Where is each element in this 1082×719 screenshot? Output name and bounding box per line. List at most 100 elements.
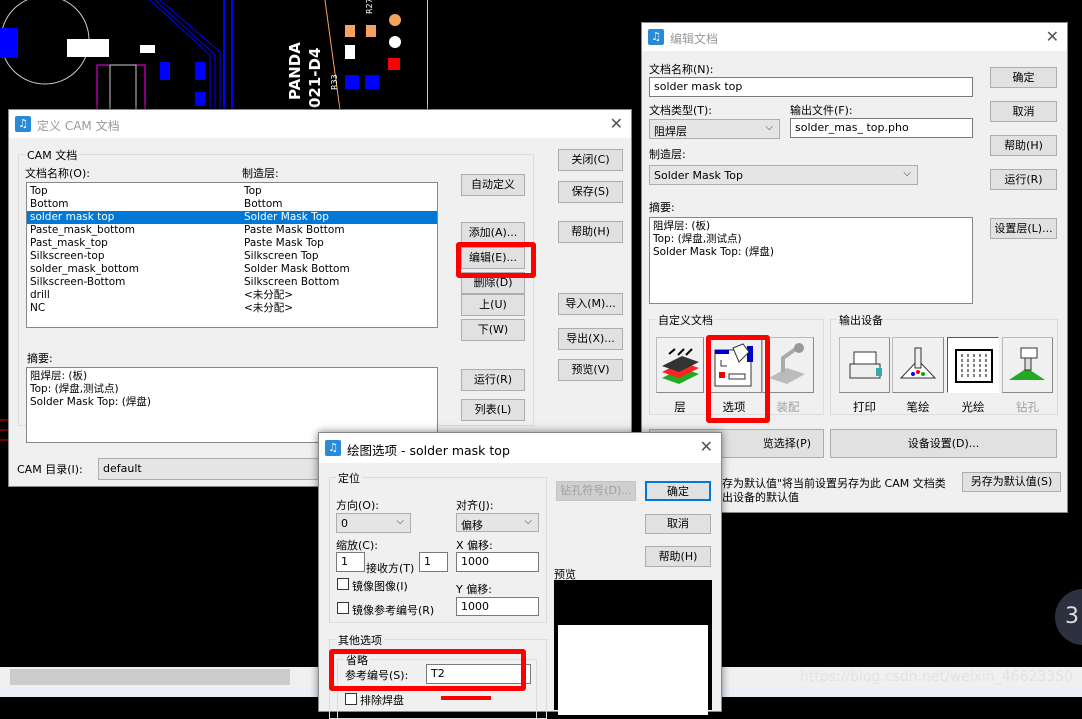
list-item[interactable]: Silkscreen-Bottom Silkscreen Bottom <box>27 276 437 289</box>
up-button[interactable]: 上(U) <box>461 294 525 316</box>
horizontal-scrollbar[interactable] <box>10 669 290 685</box>
close-icon[interactable]: ✕ <box>1046 27 1059 46</box>
pen-plot-button[interactable] <box>892 337 944 393</box>
layer-cell: Solder Mask Bottom <box>244 263 350 275</box>
select-value: 0 <box>341 517 348 530</box>
select-value: 偏移 <box>461 519 483 532</box>
exclude-pads-checkbox[interactable] <box>345 693 357 705</box>
watermark: https://blog.csdn.net/weixin_46623350 <box>800 669 1074 685</box>
layer-select[interactable]: Solder Mask Top ⌵ <box>649 165 918 185</box>
help-button[interactable]: 帮助(H) <box>645 546 711 567</box>
save-button[interactable]: 保存(S) <box>558 181 623 203</box>
receiver-input[interactable]: 1 <box>419 552 448 572</box>
list-item[interactable]: NC <未分配> <box>27 302 437 315</box>
y-offset-input[interactable]: 1000 <box>456 597 539 616</box>
save-default-button[interactable]: 另存为默认值(S) <box>962 472 1061 492</box>
doc-type-label: 文档类型(T): <box>649 104 713 117</box>
summary-line: 阻焊层: (板) <box>653 220 711 232</box>
list-item[interactable]: Paste_mask_bottom Paste Mask Bottom <box>27 224 437 237</box>
drill-button[interactable] <box>1002 337 1053 393</box>
doc-name-input[interactable]: solder mask top <box>649 77 973 97</box>
title-bar[interactable]: ♫ 绘图选项 - solder mask top ✕ <box>319 433 721 463</box>
define-cam-dialog: ♫ 定义 CAM 文档 ✕ CAM 文档 文档名称(O): 制造层: Top To… <box>8 109 632 487</box>
summary-box: 阻焊层: (板) Top: (焊盘,测试点) Solder Mask Top: … <box>649 217 973 304</box>
layers-icon <box>662 348 699 384</box>
drill-icon <box>1009 347 1045 380</box>
preview-button[interactable]: 预览(V) <box>558 359 623 381</box>
doc-name-cell: drill <box>30 289 50 301</box>
help-button[interactable]: 帮助(H) <box>558 221 623 243</box>
cam-dir-label: CAM 目录(I): <box>17 463 83 476</box>
doc-type-select[interactable]: 阻焊层 ⌵ <box>649 119 780 139</box>
print-button[interactable] <box>839 337 890 393</box>
close-button[interactable]: 关闭(C) <box>558 149 623 171</box>
app-icon: ♫ <box>648 29 664 45</box>
summary-line: Solder Mask Top: (焊盘) <box>30 396 151 408</box>
doc-name-cell: Paste_mask_bottom <box>30 224 136 236</box>
layer-cell: Bottom <box>244 198 283 210</box>
cam-document-list[interactable]: Top Top Bottom Bottom solder mask top Solder … <box>26 182 438 328</box>
mirror-image-checkbox[interactable] <box>337 578 349 590</box>
app-icon: ♫ <box>15 116 31 132</box>
help-button[interactable]: 帮助(H) <box>990 135 1057 156</box>
orient-select[interactable]: 0 ⌵ <box>336 513 411 533</box>
cancel-button[interactable]: 取消 <box>645 514 711 534</box>
run-button[interactable]: 运行(R) <box>990 169 1057 190</box>
doc-name-cell: Silkscreen-Bottom <box>30 276 126 288</box>
summary-line: Top: (焊盘,测试点) <box>653 233 742 245</box>
preview-board <box>558 625 708 715</box>
list-item[interactable]: solder mask top Solder Mask Top <box>27 211 437 224</box>
ok-button[interactable]: 确定 <box>990 67 1057 88</box>
scale-input[interactable]: 1 <box>336 552 365 572</box>
add-button[interactable]: 添加(A)... <box>461 222 525 244</box>
output-file-input[interactable]: solder_mas_ top.pho <box>790 118 973 138</box>
mirror-ref-checkbox[interactable] <box>337 602 349 614</box>
list-item[interactable]: Top Top <box>27 185 437 198</box>
list-item[interactable]: solder_mask_bottom Solder Mask Bottom <box>27 263 437 276</box>
close-icon[interactable]: ✕ <box>610 114 623 133</box>
down-button[interactable]: 下(W) <box>461 319 525 341</box>
list-button[interactable]: 列表(L) <box>461 399 525 421</box>
summary-line: 阻焊层: (板) <box>30 370 88 382</box>
group-label: 其他选项 <box>336 632 384 648</box>
layers-button[interactable] <box>656 337 704 393</box>
scale-label: 缩放(C): <box>336 539 378 552</box>
highlight-box <box>706 335 770 423</box>
group-label: CAM 文档 <box>25 147 80 163</box>
highlight-box <box>329 649 526 691</box>
chevron-down-icon: ⌵ <box>903 168 911 179</box>
list-item[interactable]: Silkscreen-top Silkscreen Top <box>27 250 437 263</box>
align-label: 对齐(J): <box>456 499 494 512</box>
x-offset-input[interactable]: 1000 <box>456 552 539 572</box>
cancel-button[interactable]: 取消 <box>990 101 1057 122</box>
highlight-box <box>456 242 536 278</box>
layer-cell: Solder Mask Top <box>244 211 329 223</box>
layer-cell: <未分配> <box>244 302 294 314</box>
list-item[interactable]: drill <未分配> <box>27 289 437 302</box>
import-button[interactable]: 导入(M)... <box>558 293 623 315</box>
ok-button[interactable]: 确定 <box>645 481 711 501</box>
summary-label: 摘要: <box>649 201 675 214</box>
drill-symbol-button[interactable]: 钻孔符号(D)... <box>556 481 636 501</box>
export-button[interactable]: 导出(X)... <box>558 328 623 350</box>
pen-plot-caption: 笔绘 <box>906 400 930 414</box>
close-icon[interactable]: ✕ <box>700 437 713 456</box>
select-value: Solder Mask Top <box>654 169 743 182</box>
preview-pane <box>554 580 712 715</box>
set-layers-button[interactable]: 设置层(L)... <box>990 218 1057 239</box>
list-item[interactable]: Bottom Bottom <box>27 198 437 211</box>
title-bar[interactable]: ♫ 定义 CAM 文档 ✕ <box>9 110 631 138</box>
auto-define-button[interactable]: 自动定义 <box>461 174 525 196</box>
doc-name-cell: Bottom <box>30 198 69 210</box>
doc-name-cell: Past_mask_top <box>30 237 108 249</box>
align-select[interactable]: 偏移 ⌵ <box>456 513 539 532</box>
title-bar[interactable]: ♫ 编辑文档 ✕ <box>642 23 1067 51</box>
photo-plot-button[interactable] <box>947 337 999 393</box>
layer-label: 制造层: <box>649 148 686 161</box>
run-button[interactable]: 运行(R) <box>461 369 525 391</box>
note-line: 出设备的默认值 <box>722 491 799 504</box>
device-setup-button[interactable]: 设备设置(D)... <box>830 429 1057 458</box>
list-item[interactable]: Past_mask_top Paste Mask Top <box>27 237 437 250</box>
group-label: 自定义文档 <box>656 312 715 328</box>
layers-caption: 层 <box>674 400 686 414</box>
